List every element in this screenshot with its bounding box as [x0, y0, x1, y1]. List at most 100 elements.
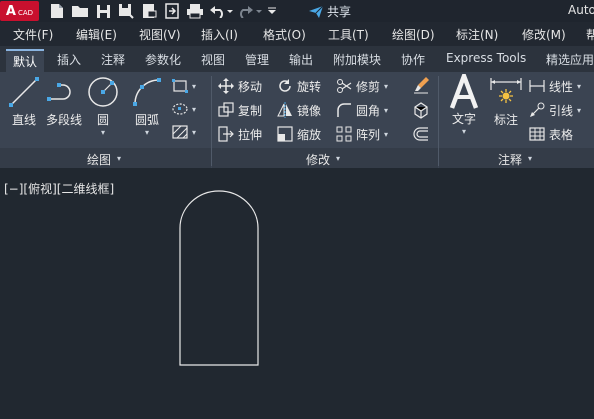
- hatch-pattern-button[interactable]: ▾: [172, 123, 196, 141]
- save-icon[interactable]: [93, 2, 113, 20]
- fillet-dropdown-icon[interactable]: ▾: [384, 106, 388, 115]
- ribbon-tab-bar: 默认 插入 注释 参数化 视图 管理 输出 附加模块 协作 Express To…: [0, 46, 594, 72]
- arc-dropdown-icon[interactable]: ▾: [145, 129, 149, 137]
- circle-icon: [88, 77, 118, 107]
- tab-insert[interactable]: 插入: [57, 51, 81, 68]
- table-label: 表格: [549, 127, 574, 142]
- text-button[interactable]: 文字 ▾: [447, 74, 481, 136]
- tab-view[interactable]: 视图: [201, 51, 225, 68]
- tab-manage[interactable]: 管理: [245, 51, 269, 68]
- save-as-icon[interactable]: [116, 2, 136, 20]
- array-button[interactable]: 阵列 ▾: [336, 125, 388, 143]
- app-logo[interactable]: A CAD: [0, 1, 39, 21]
- mirror-button[interactable]: 镜像: [277, 101, 321, 119]
- dimension-button[interactable]: 标注: [489, 76, 523, 128]
- circle-button[interactable]: 圆 ▾: [86, 76, 120, 137]
- modify-panel-expand-icon[interactable]: ▾: [336, 154, 340, 163]
- drawing-canvas[interactable]: [−][俯视][二维线框]: [0, 168, 594, 419]
- modify-panel-title[interactable]: 修改: [306, 151, 330, 168]
- mirror-icon: [277, 102, 292, 118]
- trim-label: 修剪: [356, 79, 381, 94]
- circle-dropdown-icon[interactable]: ▾: [101, 129, 105, 137]
- menu-tools[interactable]: 工具(T): [328, 26, 369, 43]
- array-dropdown-icon[interactable]: ▾: [384, 130, 388, 139]
- move-icon: [218, 78, 234, 94]
- menu-insert[interactable]: 插入(I): [201, 26, 238, 43]
- customize-dropdown-icon[interactable]: [266, 2, 278, 20]
- linear-dropdown-icon[interactable]: ▾: [577, 82, 581, 91]
- polyline-button[interactable]: 多段线: [44, 76, 84, 128]
- import-icon[interactable]: [162, 2, 182, 20]
- tab-output[interactable]: 输出: [289, 51, 313, 68]
- menu-format[interactable]: 格式(O): [263, 26, 306, 43]
- window-title: Auto: [568, 3, 594, 17]
- menu-file[interactable]: 文件(F): [13, 26, 53, 43]
- fillet-button[interactable]: 圆角 ▾: [336, 101, 388, 119]
- menu-help[interactable]: 帮: [586, 26, 594, 43]
- line-button[interactable]: 直线: [8, 76, 40, 128]
- leader-button[interactable]: 引线 ▾: [529, 101, 581, 119]
- tab-annotate[interactable]: 注释: [101, 51, 125, 68]
- menu-dimension[interactable]: 标注(N): [456, 26, 498, 43]
- hatch-dropdown-icon[interactable]: ▾: [192, 128, 196, 137]
- open-folder-icon[interactable]: [70, 2, 90, 20]
- polyline-icon: [47, 83, 71, 101]
- tab-parametric[interactable]: 参数化: [145, 51, 181, 68]
- linear-dimension-icon: [529, 80, 545, 92]
- polyline-label: 多段线: [45, 113, 82, 127]
- rotate-button[interactable]: 旋转: [277, 77, 321, 95]
- copy-button[interactable]: 复制: [218, 101, 262, 119]
- copy-icon: [218, 102, 234, 117]
- scale-label: 缩放: [297, 127, 322, 142]
- menu-edit[interactable]: 编辑(E): [76, 26, 117, 43]
- menu-view[interactable]: 视图(V): [139, 26, 181, 43]
- move-button[interactable]: 移动: [218, 77, 262, 95]
- explode-button[interactable]: [412, 101, 430, 119]
- rectangle-icon: [172, 79, 188, 93]
- linear-button[interactable]: 线性 ▾: [529, 77, 581, 95]
- title-bar: A CAD 共享 Auto: [0, 0, 594, 22]
- text-dropdown-icon[interactable]: ▾: [462, 128, 466, 136]
- table-button[interactable]: 表格: [529, 125, 573, 143]
- scale-button[interactable]: 缩放: [277, 125, 321, 143]
- draw-panel-expand-icon[interactable]: ▾: [117, 154, 121, 163]
- print-icon[interactable]: [185, 2, 205, 20]
- app-logo-text: CAD: [17, 8, 34, 17]
- menu-draw[interactable]: 绘图(D): [392, 26, 435, 43]
- leader-dropdown-icon[interactable]: ▾: [577, 106, 581, 115]
- array-label: 阵列: [356, 127, 381, 142]
- offset-button[interactable]: [412, 125, 430, 143]
- text-icon: [449, 74, 479, 109]
- tab-addins[interactable]: 附加模块: [333, 51, 381, 68]
- trim-dropdown-icon[interactable]: ▾: [384, 82, 388, 91]
- arch-shape[interactable]: [179, 190, 259, 366]
- rectangle-dropdown-icon[interactable]: ▾: [192, 82, 196, 91]
- app-logo-letter: A: [5, 3, 16, 19]
- draw-panel-title[interactable]: 绘图: [87, 151, 111, 168]
- tab-collaborate[interactable]: 协作: [401, 51, 425, 68]
- hatch-button[interactable]: ▾: [172, 100, 196, 118]
- tab-default[interactable]: 默认: [6, 49, 45, 72]
- ellipse-dropdown-icon[interactable]: ▾: [192, 105, 196, 114]
- redo-icon[interactable]: [237, 2, 263, 20]
- trim-button[interactable]: 修剪 ▾: [336, 77, 388, 95]
- undo-icon[interactable]: [208, 2, 234, 20]
- export-pdf-icon[interactable]: [139, 2, 159, 20]
- erase-button[interactable]: [412, 76, 430, 94]
- annotation-panel-title[interactable]: 注释: [498, 151, 522, 168]
- annotation-panel-expand-icon[interactable]: ▾: [528, 154, 532, 163]
- menu-modify[interactable]: 修改(M): [522, 26, 566, 43]
- scale-icon: [277, 126, 293, 142]
- tab-express-tools[interactable]: Express Tools: [446, 51, 526, 65]
- line-label: 直线: [11, 113, 36, 127]
- rectangle-button[interactable]: ▾: [172, 77, 196, 95]
- share-button[interactable]: 共享: [308, 3, 351, 20]
- quick-access-toolbar: [47, 2, 281, 20]
- stretch-button[interactable]: 拉伸: [218, 125, 262, 143]
- new-file-icon[interactable]: [47, 2, 67, 20]
- tab-featured-apps[interactable]: 精选应用: [546, 51, 594, 68]
- leader-label: 引线: [549, 103, 574, 118]
- fillet-icon: [337, 103, 351, 117]
- arc-button[interactable]: 圆弧 ▾: [130, 76, 164, 137]
- menu-bar: 文件(F) 编辑(E) 视图(V) 插入(I) 格式(O) 工具(T) 绘图(D…: [0, 22, 594, 46]
